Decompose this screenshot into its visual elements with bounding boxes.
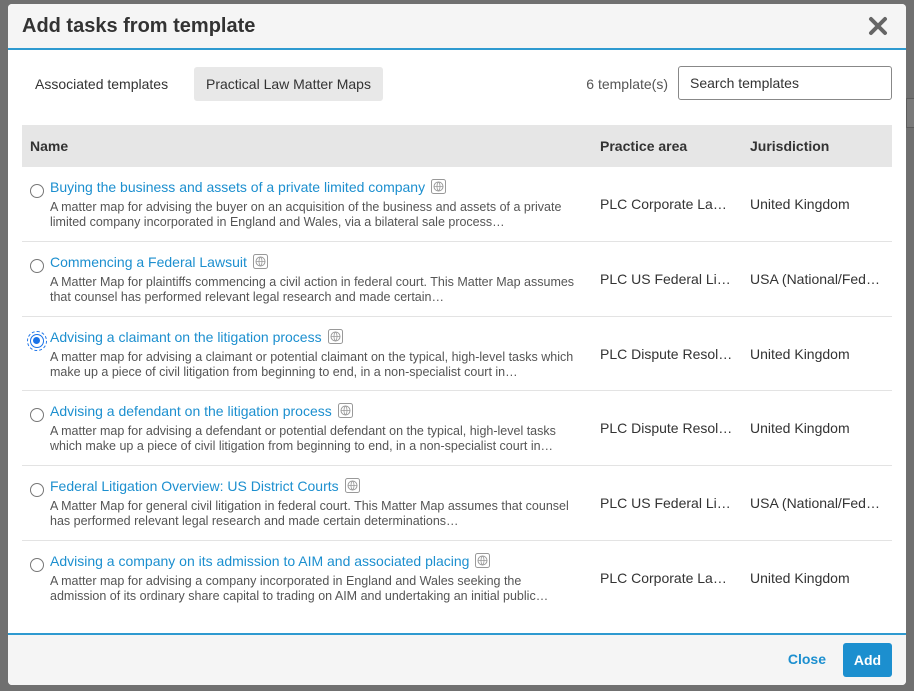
table-row[interactable]: Buying the business and assets of a priv… [22,167,892,242]
template-title-link[interactable]: Advising a defendant on the litigation p… [50,403,353,419]
template-title-link[interactable]: Buying the business and assets of a priv… [50,179,447,195]
jurisdiction-cell: USA (National/Fede… [750,270,884,287]
column-header-practice-area: Practice area [600,138,688,154]
jurisdiction-cell: United Kingdom [750,196,850,212]
template-description: A Matter Map for plaintiffs commencing a… [50,274,575,304]
template-count: 6 template(s) [586,76,668,92]
template-title: Advising a defendant on the litigation p… [50,403,332,420]
globe-icon [344,478,360,494]
table-row[interactable]: Advising a company on its admission to A… [22,541,892,616]
dialog-toolbar: Associated templates Practical Law Matte… [8,50,906,122]
jurisdiction-cell: United Kingdom [750,569,850,586]
add-tasks-dialog: Add tasks from template Associated templ… [8,4,906,685]
table-body: Buying the business and assets of a priv… [22,167,892,616]
template-description: A matter map for advising a defendant or… [50,424,556,454]
table-row[interactable]: Commencing a Federal Lawsuit A Matter Map… [22,242,892,317]
dialog-footer: Close Add [8,633,906,685]
dialog-header: Add tasks from template [8,4,906,50]
template-title: Federal Litigation Overview: US District… [50,478,339,495]
table-row[interactable]: Advising a defendant on the litigation p… [22,391,892,467]
row-radio[interactable] [30,184,44,198]
templates-table: Name Practice area Jurisdiction Buying t… [22,125,892,616]
template-title: Commencing a Federal Lawsuit [50,253,247,270]
practice-area-cell: PLC US Federal Liti… [600,495,734,512]
template-description: A matter map for advising the buyer on a… [50,200,562,229]
close-icon[interactable] [866,14,890,38]
row-radio[interactable] [30,408,44,423]
row-radio[interactable] [27,330,47,351]
template-title: Advising a company on its admission to A… [50,552,470,569]
row-radio[interactable] [30,258,44,273]
jurisdiction-cell: USA (National/Fede… [750,495,884,512]
practice-area-cell: PLC US Federal Liti… [600,270,734,287]
tab-practical-law-matter-maps[interactable]: Practical Law Matter Maps [194,67,383,101]
globe-icon [337,403,353,419]
globe-icon [252,253,268,269]
template-description: A matter map for advising a company inco… [50,573,549,603]
row-radio[interactable] [30,483,44,498]
table-row[interactable]: Advising a claimant on the litigation pr… [22,317,892,392]
globe-icon [327,328,343,344]
template-description: A matter map for advising a claimant or … [50,349,574,379]
jurisdiction-cell: United Kingdom [750,420,850,437]
template-title-link[interactable]: Federal Litigation Overview: US District… [50,478,360,494]
jurisdiction-cell: United Kingdom [750,345,850,362]
tab-associated-templates[interactable]: Associated templates [23,67,180,101]
globe-icon [475,552,491,568]
template-title: Buying the business and assets of a priv… [50,179,426,195]
column-header-name: Name [30,138,69,154]
practice-area-cell: PLC Corporate Law,… [600,569,734,586]
template-title-link[interactable]: Commencing a Federal Lawsuit [50,253,268,270]
background-control [906,98,914,128]
template-description: A Matter Map for general civil litigatio… [50,499,569,529]
search-input[interactable] [678,66,892,100]
dialog-title: Add tasks from template [22,15,256,37]
column-header-jurisdiction: Jurisdiction [750,138,830,154]
practice-area-cell: PLC Dispute Resolu… [600,420,734,437]
practice-area-cell: PLC Corporate Law,… [600,196,734,212]
template-title-link[interactable]: Advising a company on its admission to A… [50,552,491,569]
add-button[interactable]: Add [843,643,892,677]
close-button[interactable]: Close [788,651,826,667]
practice-area-cell: PLC Dispute Resolu… [600,345,734,362]
table-header: Name Practice area Jurisdiction [22,125,892,167]
template-title-link[interactable]: Advising a claimant on the litigation pr… [50,328,343,345]
template-title: Advising a claimant on the litigation pr… [50,328,322,345]
globe-icon [431,179,447,194]
row-radio[interactable] [30,557,44,572]
table-row[interactable]: Federal Litigation Overview: US District… [22,466,892,541]
